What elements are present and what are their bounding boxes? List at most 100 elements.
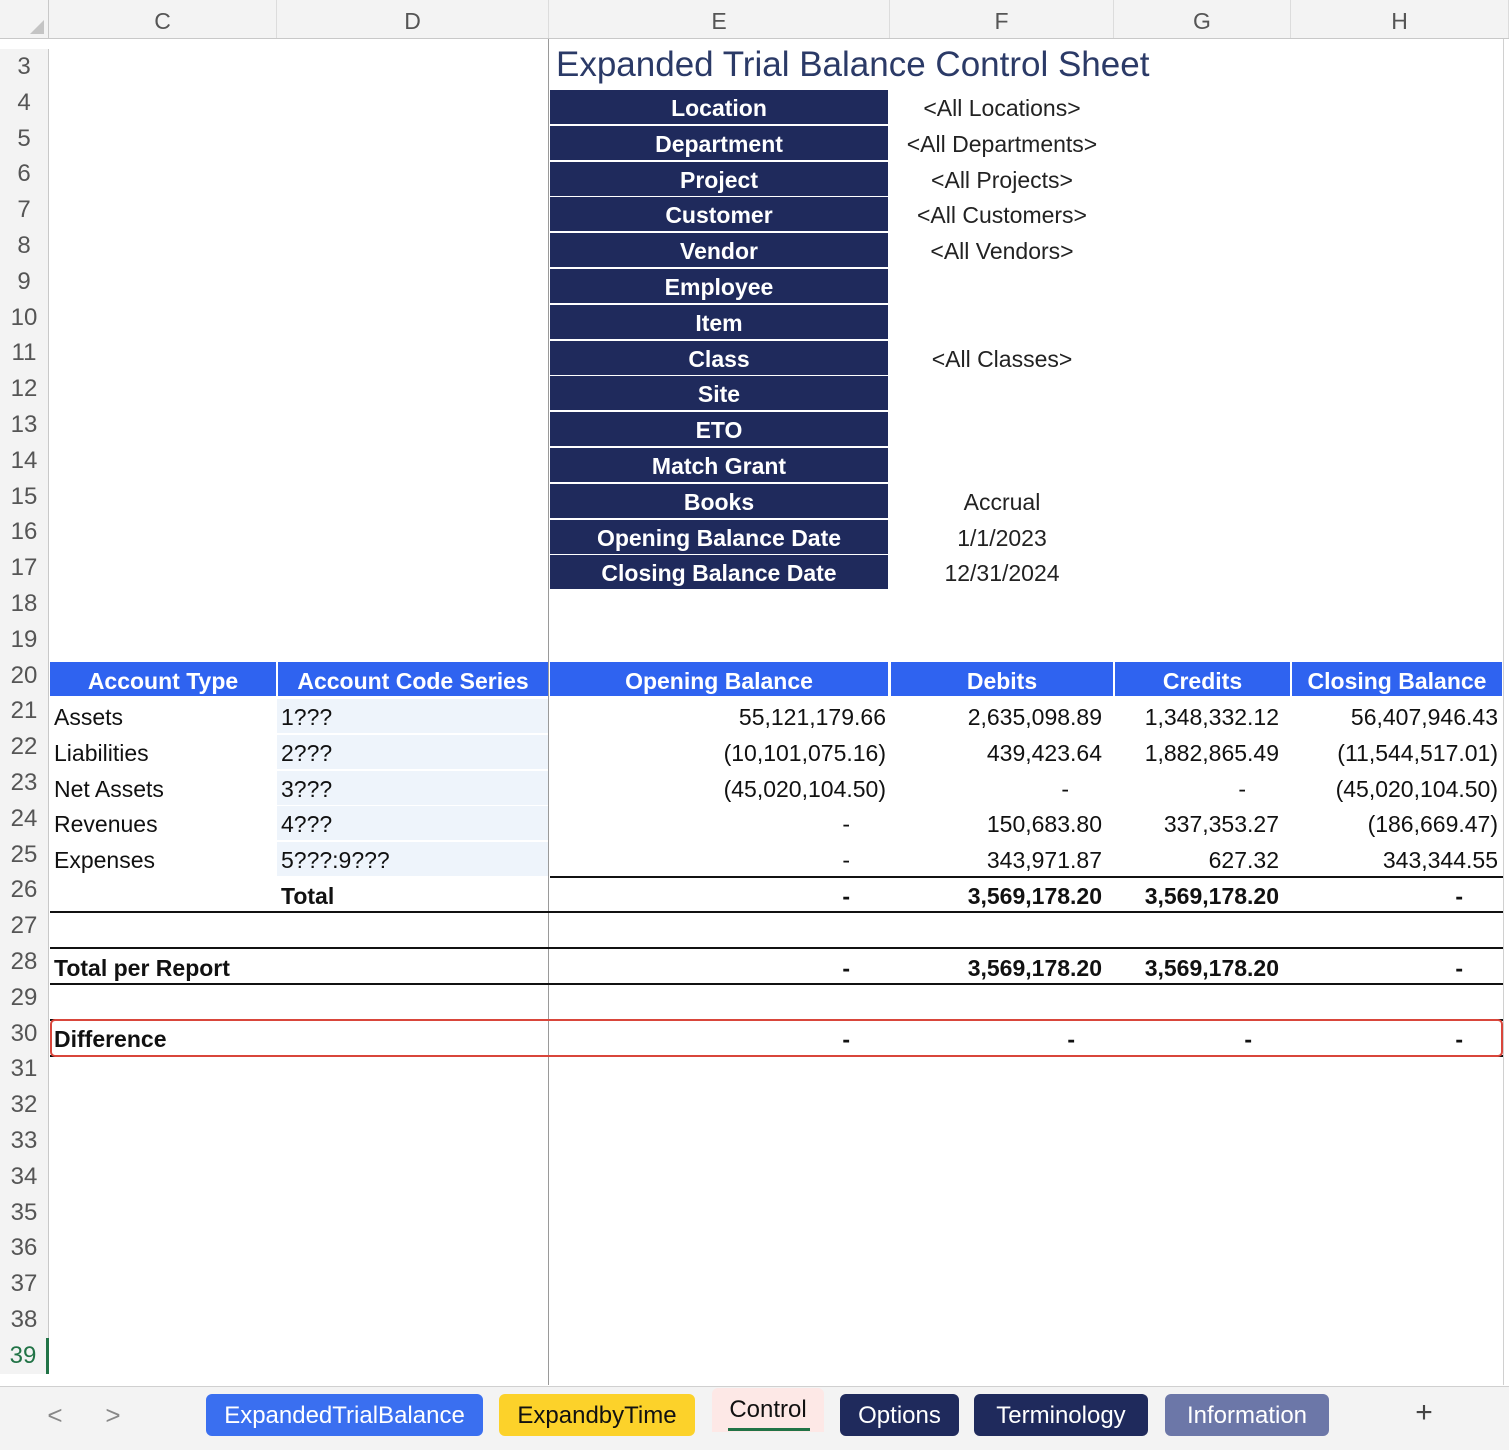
report-total-closing[interactable]: - — [1295, 950, 1463, 986]
row-header[interactable]: 22 — [0, 729, 49, 766]
column-header-e[interactable]: E — [549, 0, 890, 38]
row-header[interactable]: 21 — [0, 693, 49, 730]
row-header[interactable]: 38 — [0, 1302, 49, 1338]
credits-cell[interactable]: 627.32 — [1118, 842, 1279, 878]
opening-balance-cell[interactable]: - — [560, 842, 850, 878]
row-header[interactable]: 19 — [0, 621, 49, 658]
header-account-type[interactable]: Account Type — [50, 662, 276, 696]
debits-cell[interactable]: 343,971.87 — [895, 842, 1102, 878]
row-header[interactable]: 8 — [0, 228, 49, 264]
account-type-cell[interactable]: Liabilities — [54, 735, 274, 771]
debits-cell[interactable]: 439,423.64 — [895, 735, 1102, 771]
row-header[interactable]: 26 — [0, 872, 49, 909]
closing-balance-cell[interactable]: 343,344.55 — [1295, 842, 1498, 878]
row-header[interactable]: 3 — [0, 49, 49, 85]
row-header[interactable]: 28 — [0, 944, 49, 980]
parameter-label[interactable]: Match Grant — [550, 448, 888, 482]
parameter-label[interactable]: Vendor — [550, 233, 888, 268]
account-code-cell[interactable]: 5???:9??? — [281, 842, 541, 878]
column-header-d[interactable]: D — [277, 0, 549, 38]
parameter-value[interactable]: <All Locations> — [890, 90, 1114, 126]
parameter-label[interactable]: Location — [550, 90, 888, 124]
header-opening-balance[interactable]: Opening Balance — [550, 662, 888, 696]
closing-balance-cell[interactable]: 56,407,946.43 — [1295, 699, 1498, 735]
row-header[interactable]: 15 — [0, 478, 49, 515]
row-header[interactable]: 18 — [0, 586, 49, 622]
credits-cell[interactable]: 337,353.27 — [1118, 806, 1279, 842]
parameter-label[interactable]: Class — [550, 340, 888, 375]
row-header[interactable]: 6 — [0, 156, 49, 193]
total-credits[interactable]: 3,569,178.20 — [1118, 878, 1279, 914]
row-header[interactable]: 10 — [0, 299, 49, 336]
parameter-value[interactable] — [890, 412, 1114, 448]
row-header[interactable]: 24 — [0, 800, 49, 837]
tab-control[interactable]: Control — [712, 1388, 824, 1432]
report-total-debits[interactable]: 3,569,178.20 — [895, 950, 1102, 986]
account-type-cell[interactable]: Net Assets — [54, 771, 274, 807]
closing-balance-cell[interactable]: (11,544,517.01) — [1295, 735, 1498, 771]
row-header[interactable]: 34 — [0, 1158, 49, 1195]
row-header[interactable]: 23 — [0, 765, 49, 801]
parameter-value[interactable]: Accrual — [890, 484, 1114, 520]
parameter-value[interactable] — [890, 305, 1114, 341]
column-header-h[interactable]: H — [1291, 0, 1509, 38]
account-type-cell[interactable]: Assets — [54, 699, 274, 735]
parameter-value[interactable]: 1/1/2023 — [890, 520, 1114, 556]
parameter-value[interactable] — [890, 269, 1114, 305]
parameter-label[interactable]: Department — [550, 125, 888, 160]
parameter-label[interactable]: Books — [550, 483, 888, 518]
row-header[interactable]: 32 — [0, 1087, 49, 1124]
row-header[interactable]: 25 — [0, 836, 49, 873]
header-credits[interactable]: Credits — [1115, 662, 1290, 696]
row-header[interactable]: 31 — [0, 1051, 49, 1088]
parameter-label[interactable]: Opening Balance Date — [550, 519, 888, 554]
row-header[interactable]: 30 — [0, 1015, 49, 1052]
row-header[interactable]: 13 — [0, 407, 49, 443]
opening-balance-cell[interactable]: (10,101,075.16) — [560, 735, 886, 771]
account-type-cell[interactable]: Revenues — [54, 806, 274, 842]
opening-balance-cell[interactable]: 55,121,179.66 — [560, 699, 886, 735]
row-header[interactable]: 9 — [0, 263, 49, 300]
parameter-value[interactable]: <All Customers> — [890, 197, 1114, 233]
header-account-code-series[interactable]: Account Code Series — [278, 662, 548, 696]
row-header[interactable]: 35 — [0, 1194, 49, 1231]
debits-cell[interactable]: - — [895, 771, 1069, 807]
parameter-label[interactable]: Customer — [550, 197, 888, 232]
report-total-credits[interactable]: 3,569,178.20 — [1118, 950, 1279, 986]
account-code-cell[interactable]: 2??? — [281, 735, 541, 771]
total-opening[interactable]: - — [560, 878, 850, 914]
parameter-label[interactable]: Item — [550, 304, 888, 339]
row-header[interactable]: 39 — [0, 1337, 49, 1374]
report-total-label[interactable]: Total per Report — [54, 950, 230, 986]
add-sheet-icon[interactable]: + — [1408, 1396, 1440, 1430]
parameter-value[interactable]: <All Classes> — [890, 341, 1114, 377]
total-label[interactable]: Total — [281, 878, 334, 914]
tab-terminology[interactable]: Terminology — [974, 1394, 1148, 1436]
account-type-cell[interactable]: Expenses — [54, 842, 274, 878]
column-header-c[interactable]: C — [49, 0, 277, 38]
select-all-corner[interactable] — [0, 0, 49, 38]
parameter-label[interactable]: Site — [550, 376, 888, 411]
parameter-label[interactable]: Employee — [550, 269, 888, 303]
debits-cell[interactable]: 150,683.80 — [895, 806, 1102, 842]
row-header[interactable]: 5 — [0, 120, 49, 157]
report-total-opening[interactable]: - — [560, 950, 850, 986]
account-code-cell[interactable]: 4??? — [281, 806, 541, 842]
parameter-label[interactable]: Closing Balance Date — [550, 555, 888, 590]
row-header[interactable]: 14 — [0, 442, 49, 479]
row-header[interactable]: 11 — [0, 335, 49, 372]
tab-options[interactable]: Options — [840, 1394, 959, 1436]
closing-balance-cell[interactable]: (186,669.47) — [1295, 806, 1498, 842]
account-code-cell[interactable]: 1??? — [281, 699, 541, 735]
row-header[interactable]: 36 — [0, 1230, 49, 1267]
row-header[interactable]: 37 — [0, 1266, 49, 1303]
parameter-label[interactable]: ETO — [550, 412, 888, 447]
row-header[interactable]: 27 — [0, 908, 49, 945]
column-header-g[interactable]: G — [1114, 0, 1291, 38]
parameter-value[interactable] — [890, 376, 1114, 412]
account-code-cell[interactable]: 3??? — [281, 771, 541, 807]
parameter-label[interactable]: Project — [550, 161, 888, 196]
tab-expandedtrialbalance[interactable]: ExpandedTrialBalance — [206, 1394, 483, 1436]
header-debits[interactable]: Debits — [891, 662, 1113, 696]
row-header[interactable]: 16 — [0, 514, 49, 551]
